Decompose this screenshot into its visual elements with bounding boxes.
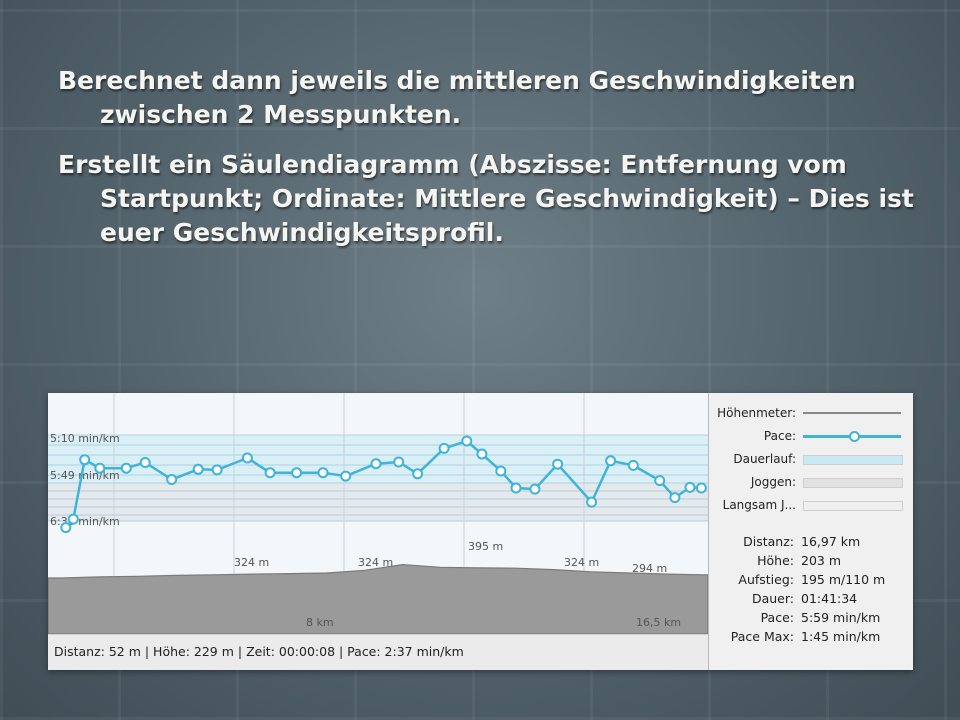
legend-swatch	[803, 478, 903, 488]
pace-profile-screenshot: 5:10 min/km 5:49 min/km 6:38 min/km 324 m 32…	[47, 393, 913, 670]
stat-value: 16,97 km	[801, 534, 861, 549]
stat-row: Aufstieg: 195 m/110 m	[709, 571, 914, 590]
legend-panel: Höhenmeter: Pace: Dauerlauf: Joggen: Langsam…	[708, 393, 913, 670]
legend-item: Pace:	[709, 426, 914, 446]
km-tick-label: 16,5 km	[636, 616, 681, 629]
pace-point	[552, 458, 564, 470]
legend-item: Dauerlauf:	[709, 449, 914, 469]
pace-point	[605, 455, 617, 467]
status-bar: Distanz: 52 m | Höhe: 229 m | Zeit: 00:0…	[48, 634, 708, 670]
elevation-label: 395 m	[468, 540, 503, 553]
stat-value: 203 m	[801, 553, 842, 568]
pace-point	[291, 467, 303, 479]
pace-point	[94, 462, 106, 474]
stat-key: Pace Max:	[730, 629, 794, 644]
stat-row: Höhe: 203 m	[709, 552, 914, 571]
stat-value: 01:41:34	[801, 591, 858, 606]
pace-point	[476, 448, 488, 460]
legend-label: Joggen:	[750, 475, 796, 489]
pace-point	[192, 463, 204, 475]
pace-point	[264, 467, 276, 479]
pace-tick-label: 5:10 min/km	[50, 432, 120, 445]
pace-tick-label: 6:38 min/km	[50, 515, 120, 528]
stat-row: Pace: 5:59 min/km	[709, 609, 914, 628]
pace-point	[393, 456, 405, 468]
legend-swatch	[803, 412, 901, 414]
legend-item: Höhenmeter:	[709, 403, 914, 423]
pace-point	[211, 464, 223, 476]
legend-label: Dauerlauf:	[733, 452, 796, 466]
legend-label: Langsam J...	[722, 498, 796, 512]
pace-point	[510, 482, 522, 494]
legend-swatch	[803, 455, 903, 465]
legend-swatch	[803, 501, 903, 511]
elevation-area	[47, 563, 709, 635]
stat-key: Aufstieg:	[738, 572, 794, 587]
stat-row: Distanz: 16,97 km	[709, 533, 914, 552]
pace-elevation-chart: 5:10 min/km 5:49 min/km 6:38 min/km 324 m 32…	[47, 393, 709, 635]
elevation-label: 324 m	[564, 556, 599, 569]
pace-point	[67, 513, 79, 525]
pace-point	[438, 442, 450, 454]
stat-key: Höhe:	[757, 553, 794, 568]
pace-point	[627, 459, 639, 471]
pace-point	[529, 483, 541, 495]
pace-point	[79, 454, 91, 466]
stat-row: Dauer: 01:41:34	[709, 590, 914, 609]
stat-key: Pace:	[760, 610, 794, 625]
pace-point	[695, 482, 707, 494]
pace-point	[495, 465, 507, 477]
pace-point	[120, 462, 132, 474]
bullet-1: Berechnet dann jeweils die mittleren Ges…	[58, 66, 856, 129]
stat-value: 195 m/110 m	[801, 572, 886, 587]
stats-list: Distanz: 16,97 km Höhe: 203 m Aufstieg: 195 m…	[709, 533, 914, 647]
legend-dot-icon	[849, 431, 860, 442]
pace-point	[412, 468, 424, 480]
bullet-2: Erstellt ein Säulendiagramm (Abszisse: E…	[58, 150, 914, 247]
slide-bullets: Berechnet dann jeweils die mittleren Ges…	[58, 64, 918, 266]
pace-point	[370, 458, 382, 470]
elevation-label: 324 m	[358, 556, 393, 569]
pace-point	[340, 470, 352, 482]
pace-point	[586, 496, 598, 508]
stat-key: Distanz:	[743, 534, 794, 549]
pace-point	[241, 452, 253, 464]
stat-value: 1:45 min/km	[801, 629, 881, 644]
pace-tick-label: 5:49 min/km	[50, 469, 120, 482]
stat-row: Pace Max: 1:45 min/km	[709, 628, 914, 647]
pace-point	[60, 522, 72, 534]
legend-item: Langsam J...	[709, 495, 914, 515]
stat-key: Dauer:	[751, 591, 794, 606]
pace-point	[139, 457, 151, 468]
legend-item: Joggen:	[709, 472, 914, 492]
legend-label: Höhenmeter:	[717, 406, 796, 420]
pace-point	[654, 475, 666, 487]
chart-area: 5:10 min/km 5:49 min/km 6:38 min/km 324 m 32…	[47, 393, 709, 635]
pace-point	[461, 435, 473, 447]
pace-point	[317, 467, 329, 479]
pace-point	[669, 492, 681, 504]
legend-swatch	[803, 431, 901, 442]
legend-label: Pace:	[763, 429, 796, 443]
elevation-label: 294 m	[632, 562, 667, 575]
stat-value: 5:59 min/km	[801, 610, 881, 625]
elevation-label: 324 m	[234, 556, 269, 569]
pace-point	[684, 481, 696, 493]
pace-point	[166, 474, 178, 485]
km-tick-label: 8 km	[306, 616, 334, 629]
